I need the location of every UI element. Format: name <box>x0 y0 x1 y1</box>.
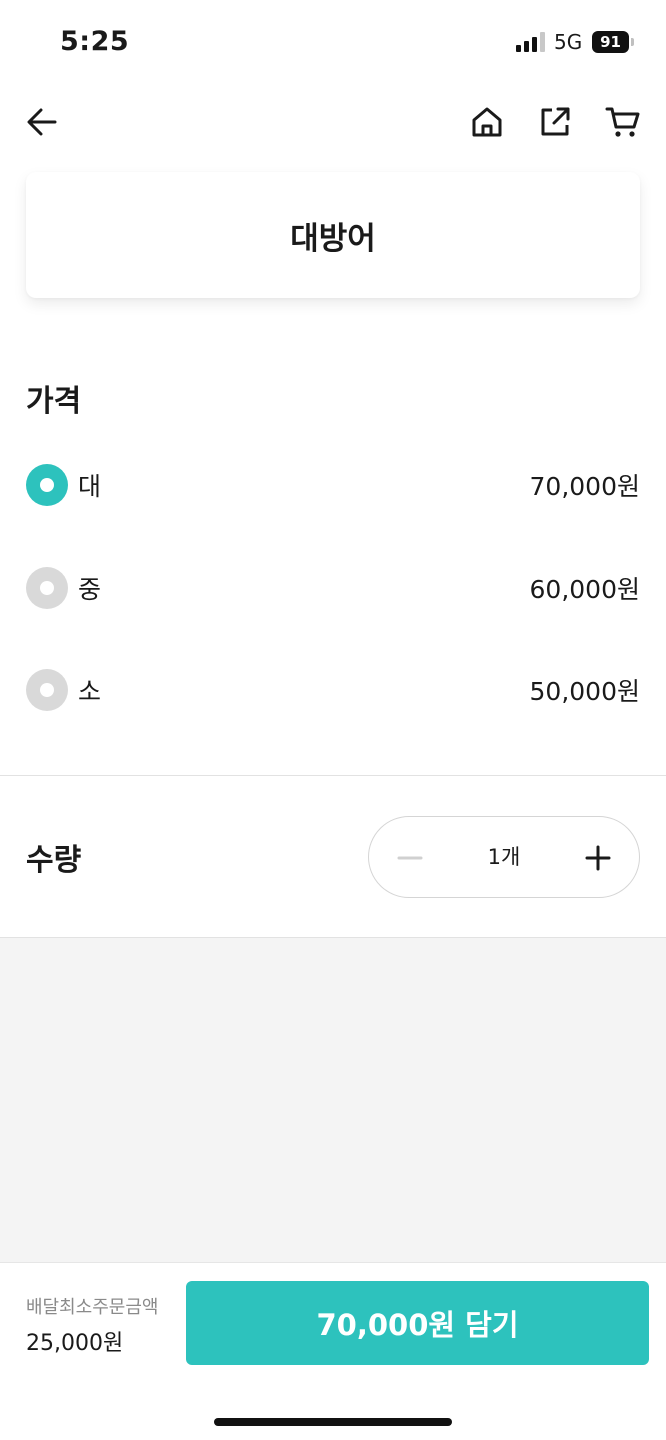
home-icon <box>472 107 502 137</box>
price-option-large[interactable]: 대 70,000원 <box>26 463 640 507</box>
battery-cap <box>631 38 634 46</box>
quantity-value: 1개 <box>487 845 521 869</box>
share-button[interactable] <box>529 96 581 148</box>
section-divider <box>0 775 666 776</box>
signal-icon <box>516 32 546 52</box>
top-nav <box>0 96 666 148</box>
network-label: 5G <box>554 30 583 54</box>
increment-button[interactable] <box>557 817 639 899</box>
product-option-page: 5:25 5G 91 대방어 가격 대 70,000원 중 60,000원 소 … <box>0 0 666 1440</box>
option-label: 대 <box>78 472 102 501</box>
back-button[interactable] <box>16 96 68 148</box>
plus-icon <box>585 845 611 871</box>
price-option-medium[interactable]: 중 60,000원 <box>26 566 640 610</box>
option-label: 중 <box>78 575 102 604</box>
radio-selected[interactable] <box>26 464 68 506</box>
option-price: 70,000원 <box>529 472 640 501</box>
share-icon <box>541 107 570 136</box>
add-to-cart-button[interactable]: 70,000원 담기 <box>186 1281 649 1365</box>
status-bar: 5:25 5G 91 <box>0 0 666 84</box>
option-price: 50,000원 <box>529 677 640 706</box>
decrement-button[interactable] <box>369 817 451 899</box>
home-indicator <box>214 1418 452 1426</box>
min-order-value: 25,000원 <box>26 1331 124 1356</box>
radio-unselected[interactable] <box>26 669 68 711</box>
option-label: 소 <box>78 677 102 706</box>
price-option-small[interactable]: 소 50,000원 <box>26 668 640 712</box>
status-time: 5:25 <box>60 26 130 57</box>
product-title: 대방어 <box>290 220 376 257</box>
cart-button[interactable] <box>597 96 649 148</box>
product-title-card: 대방어 <box>26 172 640 298</box>
cart-icon <box>605 107 640 137</box>
option-price: 60,000원 <box>529 575 640 604</box>
battery-icon: 91 <box>592 31 629 53</box>
price-section-title: 가격 <box>26 384 82 419</box>
bottom-bar: 배달최소주문금액 25,000원 70,000원 담기 <box>0 1262 666 1440</box>
empty-gray-area <box>0 938 666 1262</box>
arrow-left-icon <box>27 108 57 136</box>
minus-icon <box>397 856 423 860</box>
home-button[interactable] <box>461 96 513 148</box>
quantity-stepper: 1개 <box>368 816 640 898</box>
min-order-label: 배달최소주문금액 <box>26 1297 159 1318</box>
quantity-section-title: 수량 <box>26 843 82 878</box>
radio-unselected[interactable] <box>26 567 68 609</box>
